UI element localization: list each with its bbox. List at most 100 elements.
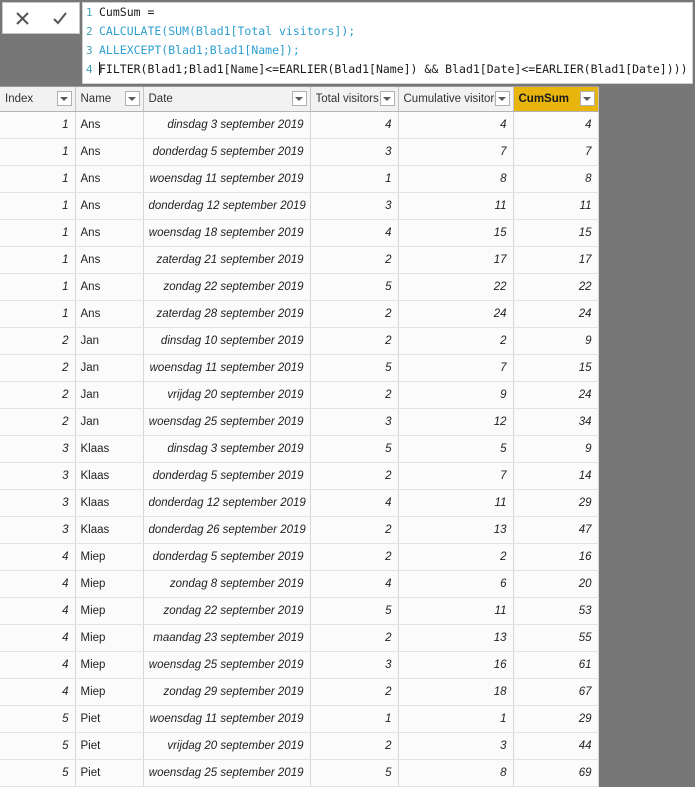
cell-cumulative-visitors[interactable]: 11 [398, 489, 514, 517]
cell-total-visitors[interactable]: 2 [310, 300, 399, 328]
cell-cumulative-visitors[interactable]: 3 [398, 732, 514, 760]
cell-cumulative-visitors[interactable]: 4 [398, 111, 514, 139]
cell-name[interactable]: Jan [75, 381, 144, 409]
cell-total-visitors[interactable]: 2 [310, 678, 399, 706]
cell-date[interactable]: woensdag 25 september 2019 [143, 759, 311, 787]
table-row[interactable]: 1 Ans dinsdag 3 september 2019 4 4 4 [0, 111, 599, 139]
cell-cumsum[interactable]: 8 [513, 165, 599, 193]
cell-cumsum[interactable]: 9 [513, 435, 599, 463]
table-row[interactable]: 4 Miep zondag 8 september 2019 4 6 20 [0, 570, 599, 598]
filter-dropdown-icon[interactable] [379, 91, 395, 107]
cell-name[interactable]: Jan [75, 327, 144, 355]
cell-cumulative-visitors[interactable]: 8 [398, 759, 514, 787]
cell-cumulative-visitors[interactable]: 6 [398, 570, 514, 598]
table-row[interactable]: 5 Piet woensdag 11 september 2019 1 1 29 [0, 705, 599, 733]
cell-cumsum[interactable]: 20 [513, 570, 599, 598]
table-row[interactable]: 2 Jan vrijdag 20 september 2019 2 9 24 [0, 381, 599, 409]
cell-cumsum[interactable]: 29 [513, 489, 599, 517]
table-row[interactable]: 3 Klaas dinsdag 3 september 2019 5 5 9 [0, 435, 599, 463]
column-header-total-visitors[interactable]: Total visitors [310, 87, 399, 112]
table-row[interactable]: 1 Ans woensdag 18 september 2019 4 15 15 [0, 219, 599, 247]
cell-index[interactable]: 1 [0, 273, 76, 301]
cell-total-visitors[interactable]: 4 [310, 219, 399, 247]
column-header-cumulative-visitors[interactable]: Cumulative visitors [398, 87, 514, 112]
cell-index[interactable]: 3 [0, 462, 76, 490]
table-row[interactable]: 4 Miep zondag 22 september 2019 5 11 53 [0, 597, 599, 625]
cell-date[interactable]: donderdag 5 september 2019 [143, 462, 311, 490]
table-row[interactable]: 5 Piet vrijdag 20 september 2019 2 3 44 [0, 732, 599, 760]
cell-total-visitors[interactable]: 2 [310, 381, 399, 409]
cell-cumsum[interactable]: 67 [513, 678, 599, 706]
cell-date[interactable]: woensdag 25 september 2019 [143, 651, 311, 679]
table-row[interactable]: 1 Ans donderdag 12 september 2019 3 11 11 [0, 192, 599, 220]
cell-cumulative-visitors[interactable]: 5 [398, 435, 514, 463]
cell-index[interactable]: 1 [0, 300, 76, 328]
cell-name[interactable]: Miep [75, 597, 144, 625]
cell-date[interactable]: zondag 22 september 2019 [143, 597, 311, 625]
cell-cumulative-visitors[interactable]: 13 [398, 516, 514, 544]
cell-total-visitors[interactable]: 3 [310, 138, 399, 166]
cell-date[interactable]: zondag 22 september 2019 [143, 273, 311, 301]
cell-total-visitors[interactable]: 1 [310, 165, 399, 193]
cell-name[interactable]: Ans [75, 273, 144, 301]
cell-cumsum[interactable]: 11 [513, 192, 599, 220]
cell-date[interactable]: vrijdag 20 september 2019 [143, 381, 311, 409]
cell-index[interactable]: 1 [0, 165, 76, 193]
cell-date[interactable]: zondag 8 september 2019 [143, 570, 311, 598]
cell-name[interactable]: Ans [75, 192, 144, 220]
cell-name[interactable]: Miep [75, 651, 144, 679]
cell-cumulative-visitors[interactable]: 18 [398, 678, 514, 706]
column-header-date[interactable]: Date [143, 87, 311, 112]
table-row[interactable]: 2 Jan dinsdag 10 september 2019 2 2 9 [0, 327, 599, 355]
cell-total-visitors[interactable]: 2 [310, 543, 399, 571]
cell-date[interactable]: zondag 29 september 2019 [143, 678, 311, 706]
cell-total-visitors[interactable]: 5 [310, 354, 399, 382]
cell-name[interactable]: Miep [75, 543, 144, 571]
cell-total-visitors[interactable]: 5 [310, 435, 399, 463]
filter-dropdown-icon[interactable] [579, 91, 595, 107]
cell-cumulative-visitors[interactable]: 11 [398, 597, 514, 625]
cell-index[interactable]: 2 [0, 354, 76, 382]
cell-cumulative-visitors[interactable]: 12 [398, 408, 514, 436]
cell-index[interactable]: 3 [0, 489, 76, 517]
table-row[interactable]: 1 Ans zaterdag 28 september 2019 2 24 24 [0, 300, 599, 328]
table-row[interactable]: 1 Ans woensdag 11 september 2019 1 8 8 [0, 165, 599, 193]
cell-cumulative-visitors[interactable]: 9 [398, 381, 514, 409]
cell-date[interactable]: woensdag 11 september 2019 [143, 165, 311, 193]
cell-cumulative-visitors[interactable]: 8 [398, 165, 514, 193]
cell-date[interactable]: donderdag 5 september 2019 [143, 138, 311, 166]
table-row[interactable]: 3 Klaas donderdag 12 september 2019 4 11 29 [0, 489, 599, 517]
cell-index[interactable]: 2 [0, 381, 76, 409]
cell-total-visitors[interactable]: 2 [310, 327, 399, 355]
cell-date[interactable]: woensdag 11 september 2019 [143, 705, 311, 733]
cell-name[interactable]: Ans [75, 111, 144, 139]
filter-dropdown-icon[interactable] [494, 91, 510, 107]
table-row[interactable]: 3 Klaas donderdag 5 september 2019 2 7 14 [0, 462, 599, 490]
cell-date[interactable]: woensdag 25 september 2019 [143, 408, 311, 436]
table-row[interactable]: 2 Jan woensdag 25 september 2019 3 12 34 [0, 408, 599, 436]
cell-cumulative-visitors[interactable]: 24 [398, 300, 514, 328]
cell-cumulative-visitors[interactable]: 15 [398, 219, 514, 247]
cell-index[interactable]: 2 [0, 408, 76, 436]
cell-cumsum[interactable]: 44 [513, 732, 599, 760]
filter-dropdown-icon[interactable] [56, 91, 72, 107]
cell-cumulative-visitors[interactable]: 16 [398, 651, 514, 679]
cell-name[interactable]: Piet [75, 759, 144, 787]
cell-total-visitors[interactable]: 2 [310, 516, 399, 544]
cell-cumulative-visitors[interactable]: 17 [398, 246, 514, 274]
cell-cumsum[interactable]: 15 [513, 219, 599, 247]
cell-cumsum[interactable]: 53 [513, 597, 599, 625]
cell-date[interactable]: maandag 23 september 2019 [143, 624, 311, 652]
cell-index[interactable]: 1 [0, 246, 76, 274]
filter-dropdown-icon[interactable] [124, 91, 140, 107]
table-row[interactable]: 3 Klaas donderdag 26 september 2019 2 13 47 [0, 516, 599, 544]
cell-date[interactable]: donderdag 12 september 2019 [143, 192, 311, 220]
cell-index[interactable]: 3 [0, 516, 76, 544]
cell-cumsum[interactable]: 14 [513, 462, 599, 490]
filter-dropdown-icon[interactable] [291, 91, 307, 107]
cell-cumsum[interactable]: 61 [513, 651, 599, 679]
cell-date[interactable]: donderdag 5 september 2019 [143, 543, 311, 571]
cell-name[interactable]: Ans [75, 219, 144, 247]
cell-cumsum[interactable]: 55 [513, 624, 599, 652]
column-header-index[interactable]: Index [0, 87, 76, 112]
